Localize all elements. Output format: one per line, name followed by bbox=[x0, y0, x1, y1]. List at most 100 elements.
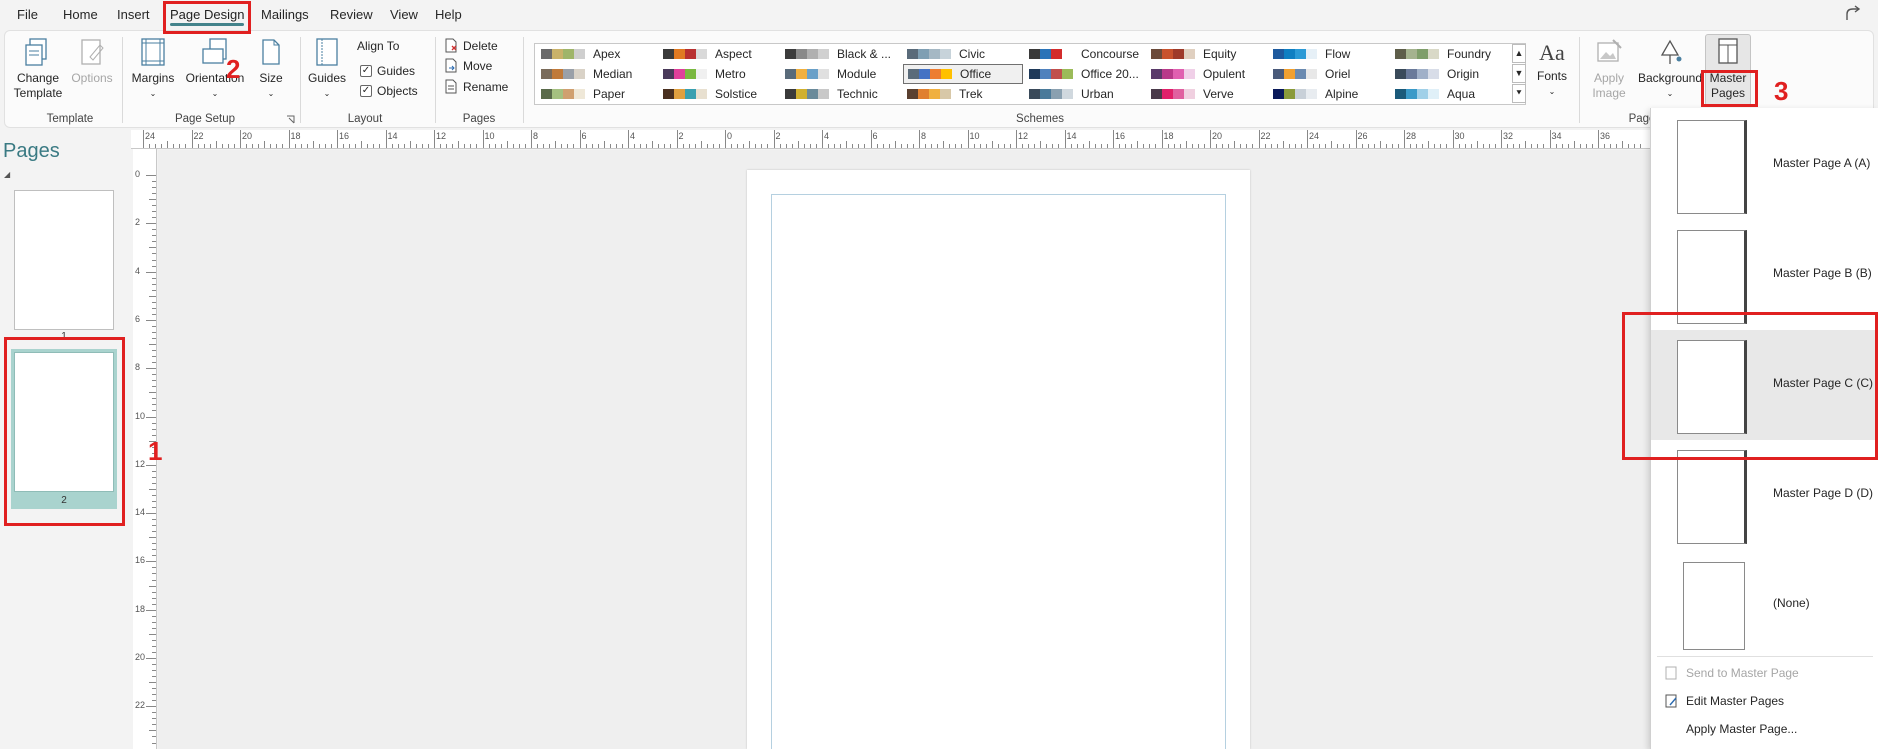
fonts-button[interactable]: Aa Fonts ⌄ bbox=[1533, 37, 1571, 99]
dialog-launcher-icon[interactable] bbox=[286, 115, 295, 124]
change-template-button[interactable]: Change Template bbox=[13, 37, 63, 101]
scheme-item[interactable]: Office 20... bbox=[1025, 64, 1145, 84]
scheme-item[interactable]: Solstice bbox=[659, 84, 779, 104]
scheme-item[interactable]: Office bbox=[903, 64, 1023, 84]
tab-file[interactable]: File bbox=[17, 7, 38, 22]
ruler-tick bbox=[149, 247, 156, 249]
master-page-none-item[interactable]: (None) bbox=[1651, 550, 1878, 660]
scheme-item[interactable]: Urban bbox=[1025, 84, 1145, 104]
tab-mailings[interactable]: Mailings bbox=[261, 7, 309, 22]
ruler-tick bbox=[815, 144, 817, 148]
horizontal-ruler[interactable]: 24 22 20 18 16 14 12 10 8 6 4 2 0 2 4 6 8 10 12 14 16 18 20 22 2… bbox=[131, 130, 1651, 149]
color-swatch bbox=[785, 49, 829, 59]
scheme-item[interactable]: Trek bbox=[903, 84, 1023, 104]
scheme-item[interactable]: Black & ... bbox=[781, 44, 901, 64]
scheme-item[interactable]: Oriel bbox=[1269, 64, 1389, 84]
apply-master-page-command[interactable]: Apply Master Page... bbox=[1686, 722, 1797, 736]
ruler-tick bbox=[561, 144, 563, 148]
ruler-tick bbox=[152, 187, 156, 189]
color-swatch bbox=[1029, 49, 1073, 59]
edit-master-pages-command[interactable]: Edit Master Pages bbox=[1665, 694, 1784, 708]
collapse-triangle-icon[interactable]: ◢ bbox=[4, 170, 10, 179]
check-icon: ✓ bbox=[360, 65, 372, 77]
scroll-down-icon[interactable]: ▼ bbox=[1512, 64, 1526, 83]
scheme-item[interactable]: Foundry bbox=[1391, 44, 1511, 64]
tab-help[interactable]: Help bbox=[435, 7, 462, 22]
tab-view[interactable]: View bbox=[390, 7, 418, 22]
scheme-item[interactable]: Aspect bbox=[659, 44, 779, 64]
scheme-item[interactable]: Aqua bbox=[1391, 84, 1511, 104]
scheme-item[interactable]: Alpine bbox=[1269, 84, 1389, 104]
scheme-item[interactable]: Flow bbox=[1269, 44, 1389, 64]
ruler-tick bbox=[1173, 144, 1175, 148]
ruler-tick bbox=[1009, 144, 1011, 148]
ruler-tick bbox=[1228, 144, 1230, 148]
ruler-tick bbox=[1640, 144, 1642, 148]
guides-button[interactable]: Guides ⌄ bbox=[307, 37, 347, 101]
ruler-tick bbox=[1591, 144, 1593, 148]
scheme-item[interactable]: Civic bbox=[903, 44, 1023, 64]
scheme-item[interactable]: Module bbox=[781, 64, 901, 84]
ruler-tick bbox=[718, 144, 720, 148]
size-button[interactable]: Size ⌄ bbox=[253, 37, 289, 101]
ruler-tick bbox=[152, 362, 156, 364]
ruler-tick bbox=[785, 144, 787, 148]
ruler-tick bbox=[931, 144, 933, 148]
scheme-item[interactable]: Apex bbox=[537, 44, 657, 64]
ruler-tick bbox=[476, 144, 478, 148]
share-icon[interactable] bbox=[1844, 5, 1864, 23]
scroll-up-icon[interactable]: ▲ bbox=[1512, 44, 1526, 63]
move-page-button[interactable]: Move bbox=[445, 58, 492, 73]
ruler-tick bbox=[209, 144, 211, 148]
ruler-tick bbox=[603, 141, 605, 148]
scheme-item[interactable]: Verve bbox=[1147, 84, 1267, 104]
ruler-tick bbox=[1616, 144, 1618, 148]
ruler-tick bbox=[349, 144, 351, 148]
scheme-item[interactable]: Concourse bbox=[1025, 44, 1145, 64]
scheme-item[interactable]: Metro bbox=[659, 64, 779, 84]
objects-checkbox[interactable]: ✓ Objects bbox=[360, 84, 418, 98]
gallery-scroll: ▲ ▼ ⯆ bbox=[1512, 44, 1526, 104]
ruler-tick bbox=[152, 615, 156, 617]
scheme-item[interactable]: Equity bbox=[1147, 44, 1267, 64]
ruler-tick-label: 22 bbox=[1260, 131, 1271, 141]
scheme-label: Urban bbox=[1081, 87, 1114, 101]
ruler-tick bbox=[1385, 144, 1387, 148]
ruler-tick bbox=[1410, 144, 1412, 148]
ruler-tick bbox=[537, 144, 539, 148]
ruler-tick bbox=[1003, 144, 1005, 148]
ruler-tick bbox=[146, 561, 156, 563]
ruler-tick bbox=[1022, 144, 1024, 148]
scheme-item[interactable]: Median bbox=[537, 64, 657, 84]
tab-home[interactable]: Home bbox=[63, 7, 98, 22]
ruler-tick bbox=[900, 144, 902, 148]
master-page-a-item[interactable]: Master Page A (A) bbox=[1651, 110, 1878, 220]
background-button[interactable]: Background ⌄ bbox=[1637, 37, 1703, 101]
guides-checkbox[interactable]: ✓ Guides bbox=[360, 64, 415, 78]
ruler-tick bbox=[1307, 130, 1308, 148]
margins-button[interactable]: Margins ⌄ bbox=[131, 37, 175, 101]
ruler-tick bbox=[761, 144, 763, 148]
ruler-tick bbox=[1634, 144, 1636, 148]
send-to-master-page-command[interactable]: Send to Master Page bbox=[1665, 666, 1799, 680]
document-canvas[interactable] bbox=[158, 150, 1651, 749]
scheme-item[interactable]: Opulent bbox=[1147, 64, 1267, 84]
more-icon[interactable]: ⯆ bbox=[1512, 84, 1526, 103]
ruler-tick bbox=[749, 141, 751, 148]
page-thumbnail-1[interactable] bbox=[14, 190, 114, 330]
tab-review[interactable]: Review bbox=[330, 7, 373, 22]
ruler-tick bbox=[549, 144, 551, 148]
delete-page-button[interactable]: Delete bbox=[445, 38, 498, 53]
ruler-tick bbox=[152, 627, 156, 629]
scheme-item[interactable]: Technic bbox=[781, 84, 901, 104]
scheme-item[interactable]: Origin bbox=[1391, 64, 1511, 84]
scheme-item[interactable]: Paper bbox=[537, 84, 657, 104]
tab-insert[interactable]: Insert bbox=[117, 7, 150, 22]
publication-page[interactable] bbox=[747, 170, 1250, 749]
options-button[interactable]: Options bbox=[69, 37, 115, 86]
rename-page-button[interactable]: Rename bbox=[445, 79, 508, 94]
apply-image-button[interactable]: Apply Image bbox=[1587, 37, 1631, 101]
ruler-tick bbox=[997, 144, 999, 148]
ruler-tick bbox=[152, 325, 156, 327]
ruler-tick bbox=[1507, 144, 1509, 148]
